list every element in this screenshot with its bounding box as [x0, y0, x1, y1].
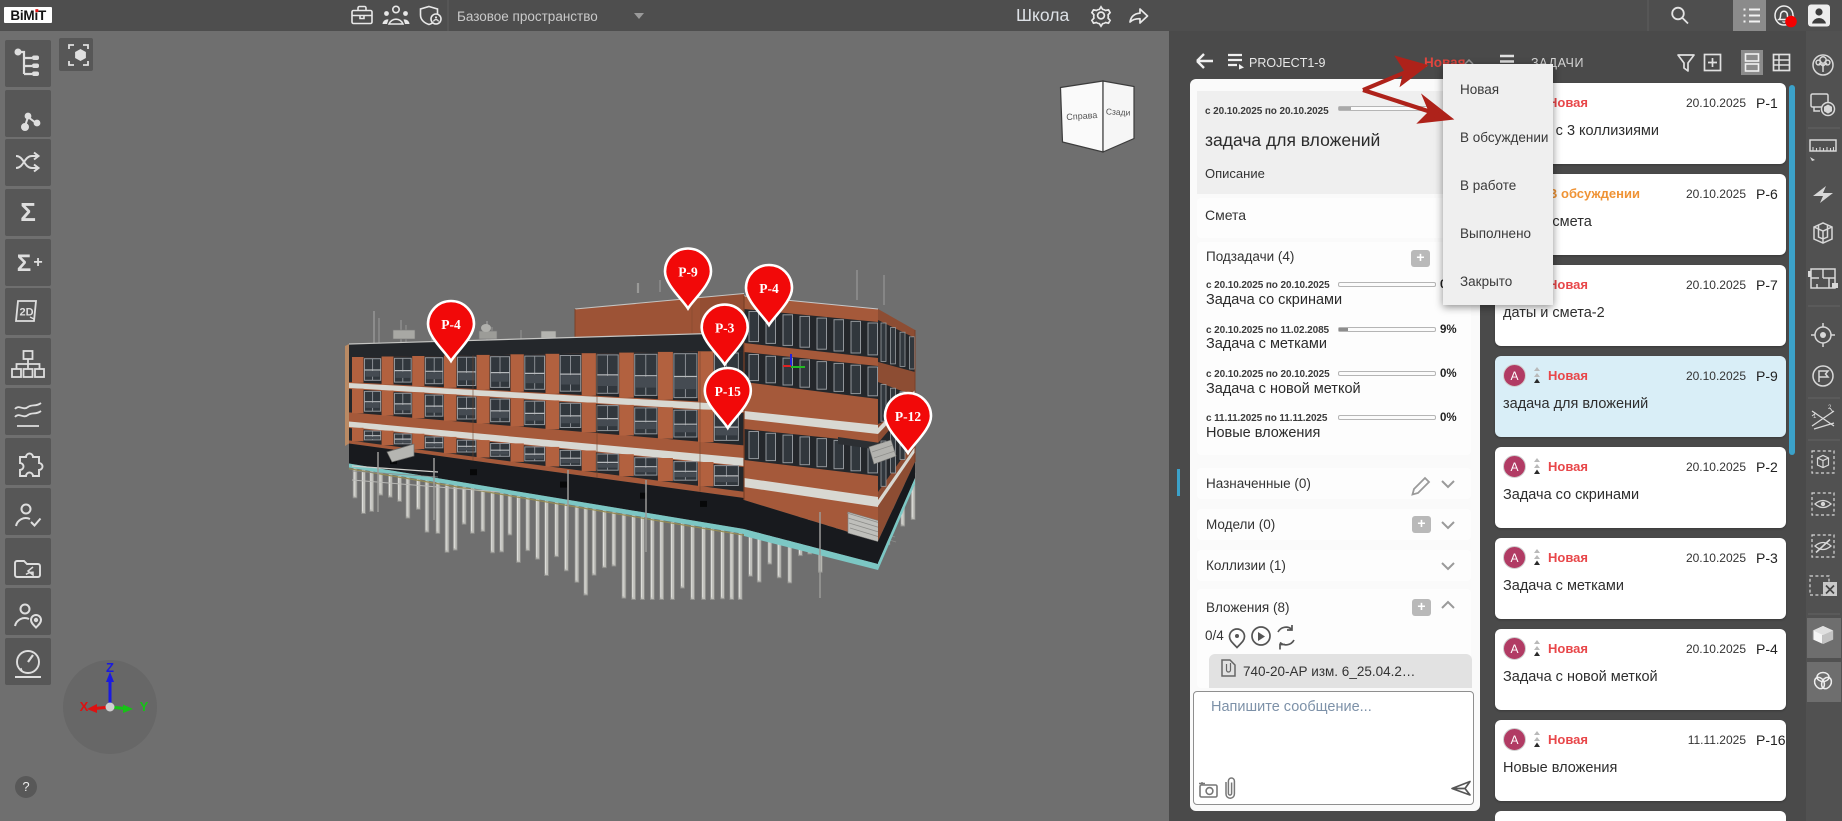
svg-text:Y: Y [140, 699, 149, 714]
svg-text:P-3: P-3 [715, 321, 735, 336]
svg-text:X: X [80, 699, 89, 714]
svg-text:+: + [33, 254, 42, 271]
svg-text:Σ: Σ [17, 250, 31, 277]
svg-text:P-4: P-4 [759, 281, 779, 296]
svg-text:P-15: P-15 [715, 384, 741, 399]
svg-text:Σ: Σ [20, 197, 36, 227]
svg-text:2D: 2D [19, 307, 33, 319]
svg-text:P-9: P-9 [678, 265, 698, 280]
svg-text:P-4: P-4 [441, 317, 461, 332]
svg-text:BiMiT: BiMiT [10, 8, 47, 23]
svg-text:P-12: P-12 [895, 409, 921, 424]
svg-text:Z: Z [106, 660, 114, 675]
svg-text:Сзади: Сзади [1106, 106, 1131, 117]
